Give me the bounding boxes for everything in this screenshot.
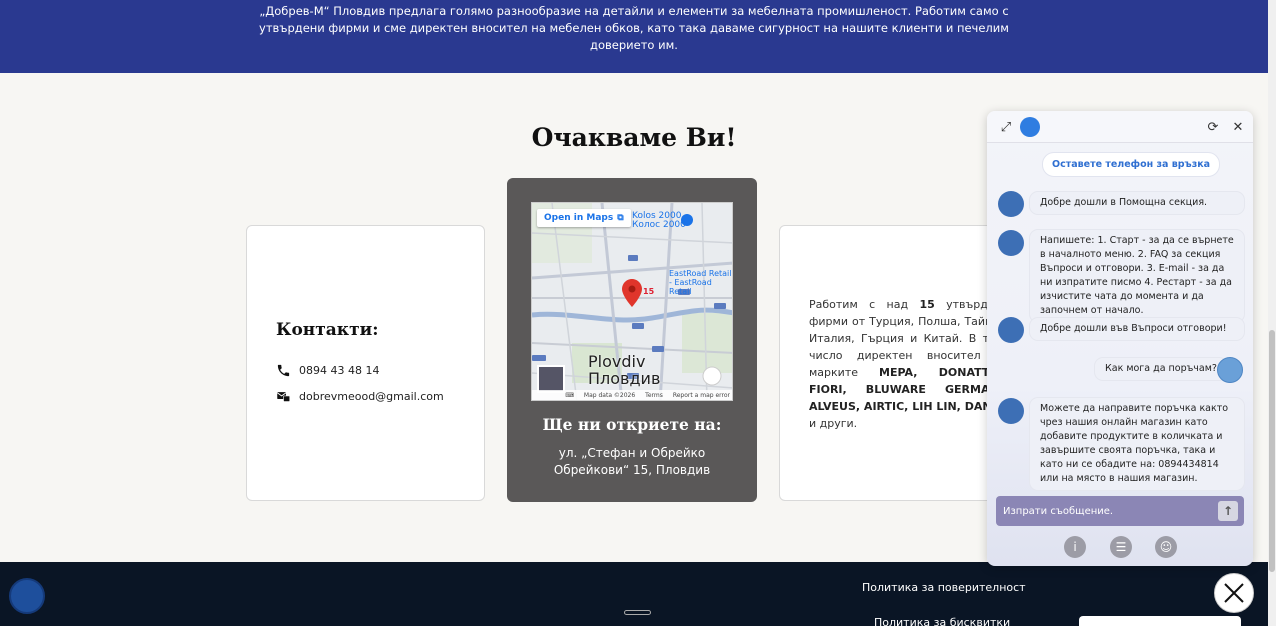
menu-icon[interactable]: ☰ [1110,536,1132,558]
map-city-latin: Plovdiv [588,352,646,371]
map-terms-link[interactable]: Terms [645,392,663,399]
bot-avatar-icon [998,230,1024,256]
bot-avatar-icon [998,398,1024,424]
footer-drag-handle[interactable] [624,610,651,615]
chat-message: Можете да направите поръчка както чрез н… [1030,398,1244,490]
map-data-label: Map data ©2026 [583,391,636,399]
page-scrollbar[interactable] [1268,0,1276,626]
chat-message-input[interactable]: Изпрати съобщение. ↑ [996,496,1244,526]
location-address: ул. „Стефан и Обрейко Обрейкови“ 15, Пло… [553,446,711,477]
map-poi-kolos[interactable]: Kolos 2000 Колос 2000 [632,212,686,230]
scrollbar-thumb[interactable] [1269,330,1275,572]
map-pin-label: 15 [643,287,655,296]
contacts-title: Контакти: [276,320,379,340]
email-icon [276,392,291,402]
cookie-banner-edge [1079,616,1241,626]
contacts-card: Контакти: 0894 43 48 14 dobrevmeood@gmai… [246,225,485,501]
user-message: Как мога да поръчам? [1095,358,1227,380]
map-footer: ⌨ Map data ©2026 Terms Report a map erro… [532,390,732,400]
open-in-maps-label: Open in Maps [544,213,614,223]
chat-message: Добре дошли в Помощна секция. [1030,192,1244,214]
map-city-cyrillic: Пловдив [588,369,661,388]
language-globe-icon[interactable] [9,578,45,614]
agent-icon[interactable]: ☺ [1155,536,1177,558]
chat-message: Добре дошли във Въпроси отговори! [1030,318,1244,340]
chat-header: ⤢ ⟳ ✕ [987,111,1253,143]
chat-toolbar: i ☰ ☺ [987,531,1253,566]
contact-email[interactable]: dobrevmeood@gmail.com [299,390,444,403]
close-icon [1224,583,1244,603]
suggestion-chip[interactable]: Оставете телефон за връзка [1042,152,1221,177]
chat-input-placeholder: Изпрати съобщение. [1003,505,1114,517]
map-city-label: Plovdiv Пловдив [588,353,660,387]
phone-icon [277,364,290,377]
about-card: Работим с над 15 утвърдени фирми от Турц… [779,225,1009,501]
info-icon[interactable]: i [1064,536,1086,558]
external-link-icon: ⧉ [617,213,624,223]
contact-phone-row[interactable]: 0894 43 48 14 [276,363,379,378]
about-text-1: Работим с над [809,298,920,311]
privacy-policy-link[interactable]: Политика за поверителност [862,581,1026,594]
site-footer: Политика за поверителност Политика за би… [0,562,1268,626]
map-poi-eastroad-line-1: EastRoad Retail [669,269,732,278]
close-icon[interactable]: ✕ [1229,118,1247,136]
hero-band: „Добрев-М“ Пловдив предлага голямо разно… [0,0,1268,73]
chatbot-avatar-icon [1020,117,1040,137]
send-arrow-icon[interactable]: ↑ [1218,501,1238,521]
keyboard-icon[interactable]: ⌨ [565,392,574,399]
map-poi-eastroad-line-2: - EastRoad Retail [669,278,712,296]
expand-icon[interactable]: ⤢ [997,118,1015,136]
contact-email-row[interactable]: dobrevmeood@gmail.com [276,389,444,404]
hero-text: „Добрев-М“ Пловдив предлага голямо разно… [259,4,1009,52]
map-poi-kolos-cyrillic: Колос 2000 [632,220,686,230]
map-report-link[interactable]: Report a map error [673,392,730,399]
cookies-policy-link[interactable]: Политика за бисквитки [874,616,1010,626]
bot-avatar-icon [998,191,1024,217]
about-text: Работим с над 15 утвърдени фирми от Турц… [809,296,1008,432]
about-count: 15 [919,298,935,311]
open-in-maps-link[interactable]: Open in Maps ⧉ [537,209,631,227]
contact-phone[interactable]: 0894 43 48 14 [299,364,379,377]
location-title: Ще ни откриете на: [542,415,722,434]
chat-message: Напишете: 1. Старт - за да се върнете в … [1030,230,1244,322]
user-avatar-icon [1217,357,1243,383]
embedded-map[interactable]: Open in Maps ⧉ Kolos 2000 Колос 2000 Eas… [531,202,733,401]
location-card: Open in Maps ⧉ Kolos 2000 Колос 2000 Eas… [507,178,757,502]
refresh-icon[interactable]: ⟳ [1204,118,1222,136]
bot-avatar-icon [998,317,1024,343]
map-poi-eastroad[interactable]: EastRoad Retail - EastRoad Retail [669,269,732,296]
about-text-3: и други. [809,417,858,430]
chat-widget: ⤢ ⟳ ✕ Оставете телефон за връзка Добре д… [987,111,1253,566]
close-chat-button[interactable] [1214,573,1254,613]
